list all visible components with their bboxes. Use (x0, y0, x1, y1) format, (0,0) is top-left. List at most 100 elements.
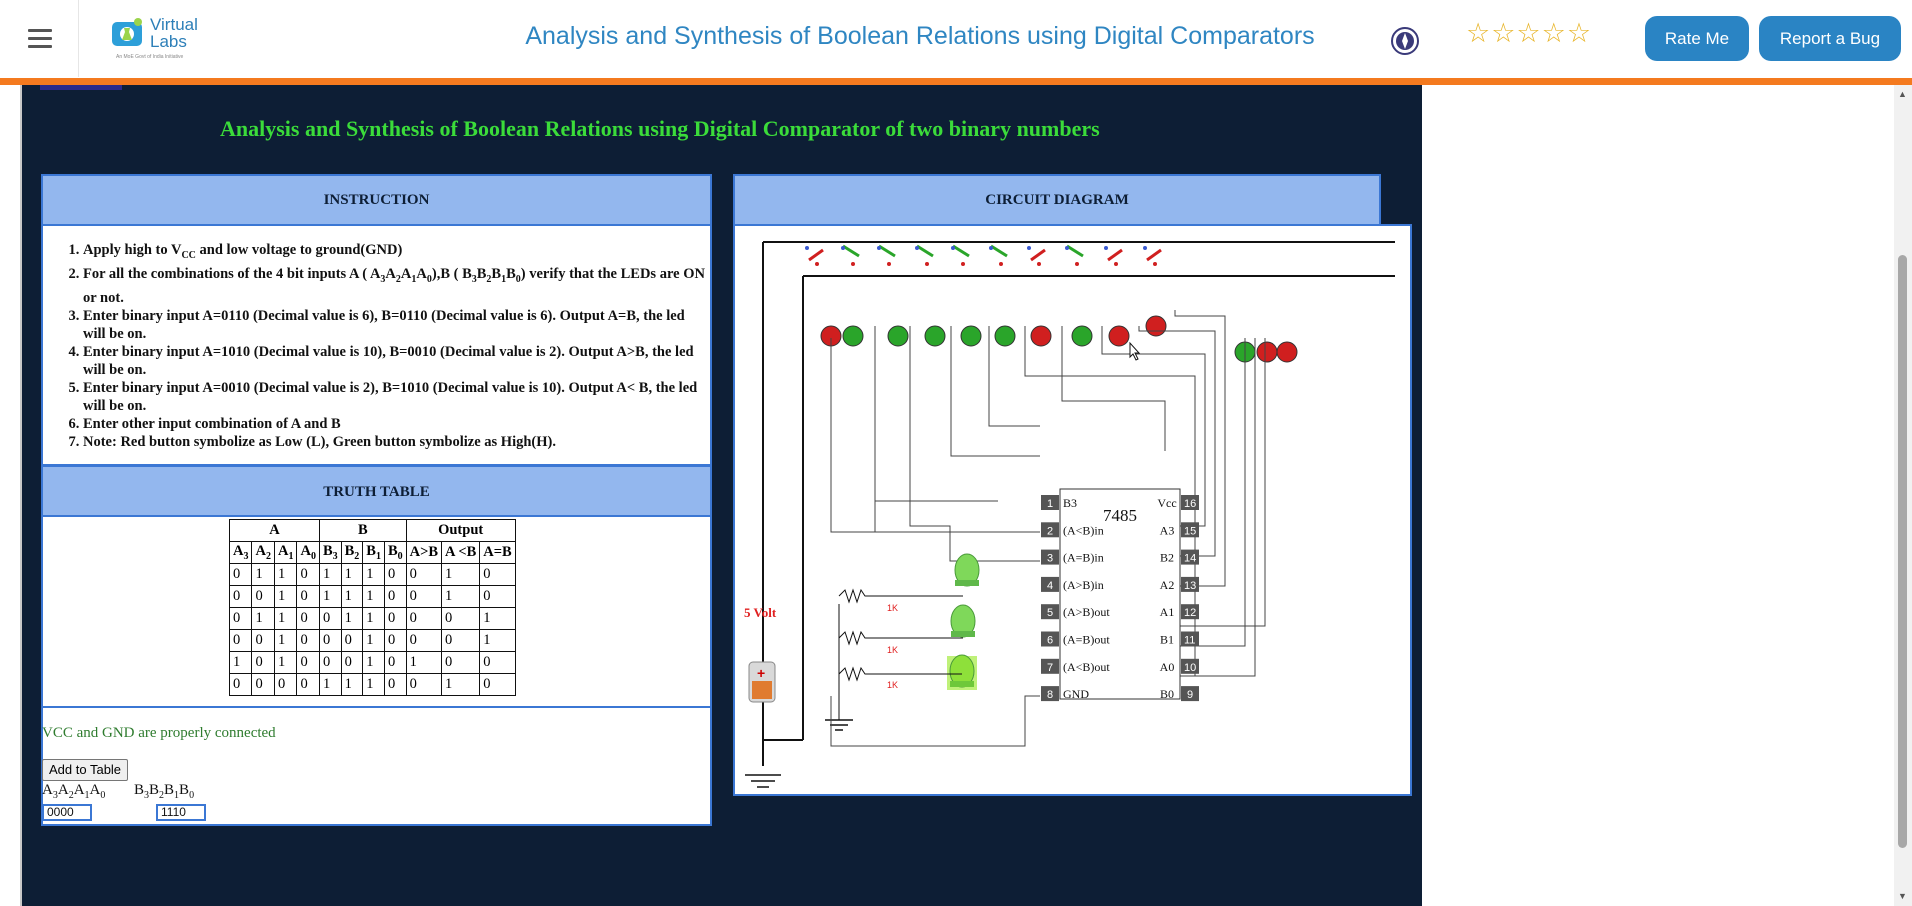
input-led (1145, 315, 1167, 337)
table-cell: 1 (318, 673, 342, 696)
rating-stars[interactable]: ☆☆☆☆☆ (1466, 18, 1592, 49)
table-cell: 0 (441, 607, 481, 630)
column-header: B0 (383, 541, 407, 564)
battery-icon[interactable]: + (748, 661, 776, 703)
scroll-down-icon[interactable]: ▼ (1898, 891, 1907, 901)
input-b-field[interactable]: 1110 (156, 804, 206, 821)
toggle-switch[interactable] (989, 244, 1008, 266)
toggle-switch[interactable] (1143, 246, 1162, 266)
svg-text:16: 16 (1184, 498, 1196, 510)
add-to-table-button[interactable]: Add to Table (42, 759, 129, 781)
toggle-switch[interactable] (951, 244, 970, 266)
column-header: A2 (251, 541, 275, 564)
table-cell: 0 (383, 651, 407, 674)
svg-text:4: 4 (1047, 580, 1053, 592)
logo-subtitle: An MoE Govt of India Initiative (116, 54, 184, 60)
output-led-a-lt-b (947, 654, 977, 690)
table-cell: 0 (405, 563, 443, 586)
svg-text:(A<B)out: (A<B)out (1063, 660, 1110, 674)
table-cell: 0 (296, 651, 320, 674)
input-led (1108, 325, 1130, 347)
table-cell: 0 (405, 585, 443, 608)
svg-text:B1: B1 (1160, 633, 1174, 647)
table-cell: 1 (441, 585, 481, 608)
simulation-title: Analysis and Synthesis of Boolean Relati… (220, 116, 1100, 141)
input-led (994, 325, 1016, 347)
table-cell: 0 (441, 651, 481, 674)
table-cell: 0 (479, 585, 516, 608)
hamburger-icon (28, 45, 52, 48)
table-cell: 0 (273, 673, 298, 696)
input-led (924, 325, 946, 347)
truth-table-header: TRUTH TABLE (41, 465, 712, 517)
toggle-switch[interactable] (805, 246, 824, 266)
input-switches (805, 244, 1162, 266)
svg-text:(A>B)in: (A>B)in (1063, 578, 1104, 592)
ground-symbol-icon (745, 774, 781, 788)
truth-table-body: 0110111001000101110010011001100010010001… (228, 563, 516, 696)
report-bug-button[interactable]: Report a Bug (1759, 16, 1901, 61)
svg-text:6: 6 (1047, 635, 1053, 647)
menu-button[interactable] (0, 0, 79, 77)
logo-text: Virtual Labs (150, 15, 198, 51)
toggle-switch[interactable] (1027, 246, 1046, 266)
table-cell: 1 (362, 673, 385, 696)
input-led (887, 325, 909, 347)
ic-pin-6: 6 (A=B)out (1041, 631, 1110, 647)
table-cell: 1 (340, 563, 364, 586)
table-cell: 0 (318, 607, 342, 630)
input-led (960, 325, 982, 347)
instruction-box: Apply high to VCC and low voltage to gro… (41, 224, 712, 466)
table-cell: 1 (362, 585, 385, 608)
table-cell: 1 (362, 607, 385, 630)
column-header: A3 (228, 541, 253, 564)
table-cell: 1 (340, 673, 364, 696)
table-cell: 0 (228, 563, 253, 586)
svg-text:A1: A1 (1160, 605, 1175, 619)
virtual-labs-logo[interactable]: Virtual Labs An MoE Govt of India Initia… (110, 14, 200, 62)
rate-me-button[interactable]: Rate Me (1645, 16, 1749, 61)
table-cell: 1 (228, 651, 253, 674)
instruction-item: Apply high to VCC and low voltage to gro… (83, 241, 710, 265)
group-header-output: Output (405, 519, 516, 542)
column-header: A1 (273, 541, 298, 564)
scroll-up-icon[interactable]: ▲ (1898, 89, 1907, 99)
input-led (1256, 341, 1278, 363)
svg-text:(A<B)in: (A<B)in (1063, 523, 1104, 537)
table-cell: 0 (383, 629, 407, 652)
toggle-switch[interactable] (1065, 244, 1084, 266)
svg-text:A3: A3 (1160, 523, 1175, 537)
panel-top-tab (40, 85, 122, 90)
toggle-switch[interactable] (877, 244, 896, 266)
toggle-switch[interactable] (1104, 246, 1123, 266)
table-row: 01100110001 (228, 607, 516, 630)
output-led-a-gt-b (954, 553, 980, 587)
svg-text:5: 5 (1047, 607, 1053, 619)
toggle-switch[interactable] (841, 244, 860, 266)
table-cell: 1 (362, 629, 385, 652)
svg-text:13: 13 (1184, 580, 1196, 592)
input-leds (820, 315, 1298, 363)
column-header: A=B (479, 541, 516, 564)
table-cell: 1 (340, 607, 364, 630)
truth-table: A B Output A3 A2 A1 A0 B3 B2 B1 B0 A>B A <B A=B 01… (228, 519, 516, 696)
toggle-switch[interactable] (915, 244, 934, 266)
header-divider (0, 78, 1912, 85)
instruction-item: Enter binary input A=0010 (Decimal value… (83, 379, 710, 415)
input-a-field[interactable]: 0000 (42, 804, 92, 821)
svg-text:10: 10 (1184, 662, 1196, 674)
column-header: B2 (340, 541, 364, 564)
ic-pin-4: 4 (A>B)in (1041, 576, 1104, 592)
table-cell: 0 (383, 607, 407, 630)
input-led (1030, 325, 1052, 347)
ic-pin-8: 8 GND (1041, 686, 1089, 702)
table-cell: 1 (251, 607, 275, 630)
instruction-item: Note: Red button symbolize as Low (L), G… (83, 433, 710, 451)
hamburger-icon (28, 29, 52, 32)
svg-text:1: 1 (1047, 498, 1053, 510)
scrollbar-thumb[interactable] (1898, 255, 1907, 848)
table-cell: 0 (340, 629, 364, 652)
group-header-b: B (318, 519, 407, 542)
table-cell: 1 (362, 651, 385, 674)
column-header: B3 (318, 541, 342, 564)
